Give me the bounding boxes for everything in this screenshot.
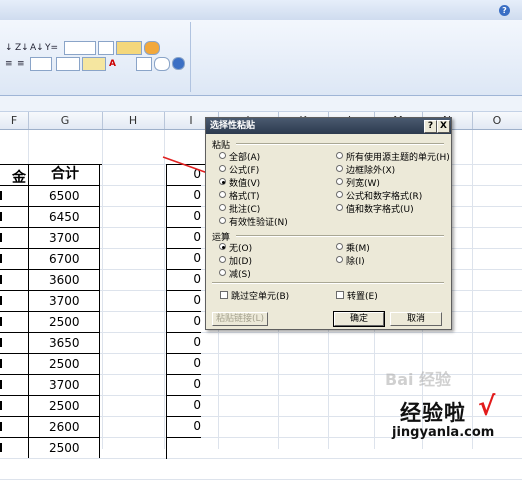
paste-option-label: 公式和数字格式(R) [346,192,423,202]
dialog-title: 选择性粘贴 [210,121,256,131]
skip-blanks-checkbox[interactable] [220,291,228,299]
paste-option-radio[interactable] [336,178,343,185]
operation-option-radio[interactable] [336,243,343,250]
paste-option-radio[interactable] [336,165,343,172]
paste-option-radio[interactable] [336,152,343,159]
operation-group-divider [236,235,444,237]
paste-link-button[interactable]: 粘贴链接(L) [212,312,268,326]
paste-option-label: 公式(F) [229,166,260,176]
paste-option-radio[interactable] [336,191,343,198]
paste-option-radio[interactable] [219,204,226,211]
operation-option-radio[interactable] [336,256,343,263]
dialog-title-bar[interactable]: 选择性粘贴 [206,118,451,134]
paste-group-label: 粘贴 [212,141,231,151]
operation-option-label: 无(O) [229,244,253,254]
transpose-label: 转置(E) [347,292,378,302]
operation-option-label: 加(D) [229,257,252,267]
operation-option-radio[interactable] [219,243,226,250]
paste-option-label: 边框除外(X) [346,166,396,176]
cancel-button[interactable]: 取消 [390,312,442,326]
paste-option-label: 数值(V) [229,179,261,189]
baidu-watermark: Bai 经验 [385,370,452,389]
operation-option-radio[interactable] [219,269,226,276]
paste-option-radio[interactable] [219,178,226,185]
paste-option-label: 值和数字格式(U) [346,205,414,215]
paste-option-label: 有效性验证(N) [229,218,288,228]
operation-option-label: 除(I) [346,257,365,267]
operation-option-radio[interactable] [219,256,226,263]
paste-option-label: 所有使用源主题的单元(H) [346,153,450,163]
paste-option-radio[interactable] [219,217,226,224]
dialog-close-button[interactable]: X [437,120,450,133]
paste-option-label: 全部(A) [229,153,261,163]
paste-option-radio[interactable] [219,152,226,159]
paste-special-dialog: 选择性粘贴 ? X 粘贴 全部(A) 公式(F) 数值(V) 格式(T) 批注(C) 有效… [205,117,452,330]
watermark-url: jingyanla.com [392,425,495,440]
paste-option-label: 列宽(W) [346,179,380,189]
operation-option-label: 乘(M) [346,244,370,254]
transpose-checkbox[interactable] [336,291,344,299]
skip-blanks-label: 跳过空单元(B) [231,292,290,302]
paste-option-radio[interactable] [219,165,226,172]
checkmark-icon: √ [478,392,496,422]
paste-group-divider [236,143,444,145]
dialog-help-button[interactable]: ? [424,120,437,133]
paste-option-label: 批注(C) [229,205,261,215]
operation-group-label: 运算 [212,233,231,243]
operation-option-label: 减(S) [229,270,251,280]
ok-button[interactable]: 确定 [333,311,385,327]
brand-watermark: 经验啦 [400,401,466,425]
paste-option-label: 格式(T) [229,192,260,202]
paste-option-radio[interactable] [219,191,226,198]
options-divider [212,282,444,284]
paste-option-radio[interactable] [336,204,343,211]
